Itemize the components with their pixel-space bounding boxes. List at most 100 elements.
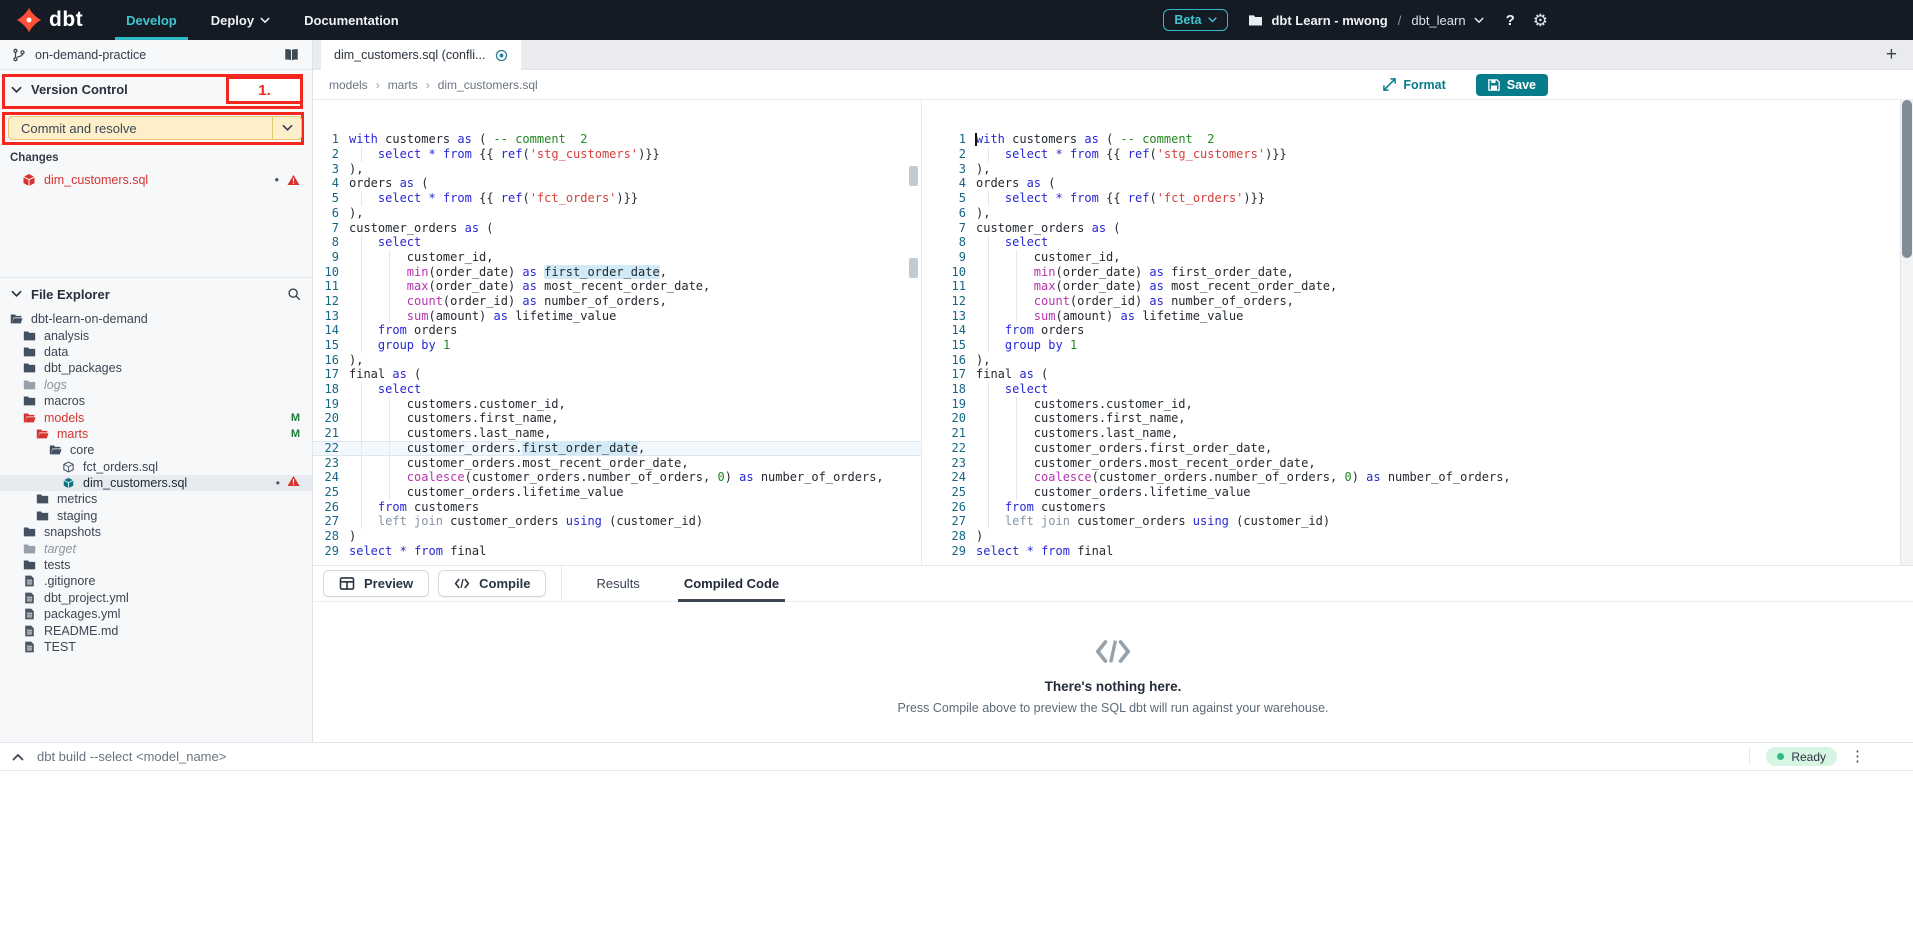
tree-item-tests[interactable]: tests [0,557,312,573]
account-separator: / [1398,13,1402,28]
tree-item-dbt-learn-on-demand[interactable]: dbt-learn-on-demand [0,311,312,327]
tree-item-README.md[interactable]: README.md [0,622,312,638]
nav-item-develop[interactable]: Develop [109,0,194,40]
model-file-icon [22,173,36,187]
nav-item-documentation[interactable]: Documentation [287,0,416,40]
code-text: min(order_date) as first_order_date, [976,265,1294,280]
tree-item-data[interactable]: data [0,344,312,360]
tree-item-dim_customers.sql[interactable]: dim_customers.sql• [0,475,312,491]
tree-item-dbt_project.yml[interactable]: dbt_project.yml [0,590,312,606]
indent-guide [1016,426,1017,441]
tree-item-logs[interactable]: logs [0,377,312,393]
dbt-logo[interactable]: dbt [16,7,83,33]
editor-toolbar: models›marts›dim_customers.sql Format Sa… [313,70,1913,100]
file-icon [23,592,36,604]
tab-compiled-code[interactable]: Compiled Code [684,566,779,601]
status-badge[interactable]: Ready [1766,747,1837,766]
code-text: ) [976,529,983,544]
code-text: customers.last_name, [349,426,551,441]
account-switcher[interactable]: dbt Learn - mwong / dbt_learn [1248,13,1483,28]
tree-item-models[interactable]: modelsM [0,409,312,425]
command-input[interactable]: dbt build --select <model_name> [37,749,226,764]
version-control-header[interactable]: Version Control [11,82,128,97]
tree-item-TEST[interactable]: TEST [0,639,312,655]
breadcrumb-item[interactable]: dim_customers.sql [438,78,538,92]
modified-badge: M [291,412,300,424]
file-icon [23,575,36,587]
editor-pane-left[interactable]: 1with customers as ( -- comment 22 selec… [313,100,922,565]
indent-guide [361,397,362,412]
search-icon[interactable] [287,287,301,301]
beta-dropdown[interactable]: Beta [1163,9,1228,31]
code-text: customers.customer_id, [976,397,1193,412]
change-item[interactable]: dim_customers.sql• [0,170,312,189]
indent-guide [361,456,362,471]
tree-item-analysis[interactable]: analysis [0,327,312,343]
tree-item-snapshots[interactable]: snapshots [0,524,312,540]
model-file-icon [62,477,75,489]
breadcrumb-item[interactable]: marts [388,78,418,92]
status-label: Ready [1791,750,1826,764]
code-line-10: 10 min(order_date) as first_order_date, [940,265,1913,280]
line-number: 4 [313,176,339,191]
tree-item-label: marts [57,427,88,441]
nav-item-label: Documentation [304,13,399,28]
line-number: 23 [313,456,339,471]
indent-guide [361,191,362,206]
tree-item-label: macros [44,394,85,408]
commit-dropdown-button[interactable] [272,116,302,140]
indent-guide [361,382,362,397]
gear-icon[interactable]: ⚙ [1533,12,1548,29]
code-text: customer_orders.most_recent_order_date, [349,456,689,471]
nav-item-deploy[interactable]: Deploy [194,0,287,40]
tree-item-core[interactable]: core [0,442,312,458]
line-number: 5 [940,191,966,206]
line-number: 29 [313,544,339,559]
save-button[interactable]: Save [1476,74,1548,96]
tree-item-packages.yml[interactable]: packages.yml [0,606,312,622]
scrollbar-thumb[interactable] [1902,100,1912,258]
tree-item-dbt_packages[interactable]: dbt_packages [0,360,312,376]
compile-button[interactable]: Compile [438,570,546,597]
result-tabs: Results Compiled Code [596,566,779,601]
commit-and-resolve-button[interactable]: Commit and resolve [8,116,272,140]
tree-item-.gitignore[interactable]: .gitignore [0,573,312,589]
branch-selector[interactable]: on-demand-practice [0,40,312,70]
editor-pane-right[interactable]: 1with customers as ( -- comment 22 selec… [922,100,1913,565]
chevron-down-icon [260,17,270,24]
code-text: group by 1 [976,338,1077,353]
tree-item-marts[interactable]: martsM [0,426,312,442]
format-button[interactable]: Format [1383,78,1445,92]
line-number: 25 [940,485,966,500]
chevron-up-icon[interactable] [12,753,24,761]
code-text: coalesce(customer_orders.number_of_order… [349,470,884,485]
indent-guide [1016,279,1017,294]
tree-item-metrics[interactable]: metrics [0,491,312,507]
tree-item-target[interactable]: target [0,540,312,556]
indent-guide [988,426,989,441]
code-line-1: 1with customers as ( -- comment 2 [313,132,921,147]
line-number: 13 [313,309,339,324]
breadcrumb-item[interactable]: models [329,78,368,92]
new-tab-button[interactable]: + [1886,40,1897,70]
kebab-menu-icon[interactable]: ⋮ [1850,749,1865,764]
editor-scrollbar[interactable] [1900,100,1913,565]
tab-dim-customers[interactable]: dim_customers.sql (confli... [321,40,521,70]
preview-button[interactable]: Preview [323,570,429,597]
tree-item-fct_orders.sql[interactable]: fct_orders.sql [0,459,312,475]
tree-item-macros[interactable]: macros [0,393,312,409]
line-number: 24 [940,470,966,485]
line-number: 6 [940,206,966,221]
folder-icon [23,559,36,571]
file-explorer-header[interactable]: File Explorer [0,281,312,307]
help-icon[interactable]: ? [1506,12,1515,29]
line-number: 15 [313,338,339,353]
code-line-12: 12 count(order_id) as number_of_orders, [940,294,1913,309]
indent-guide [389,411,390,426]
code-text: ), [976,162,990,177]
tab-results[interactable]: Results [596,566,639,601]
indent-guide [361,338,362,353]
docs-book-icon[interactable] [283,48,300,62]
tree-item-staging[interactable]: staging [0,508,312,524]
line-number: 2 [313,147,339,162]
